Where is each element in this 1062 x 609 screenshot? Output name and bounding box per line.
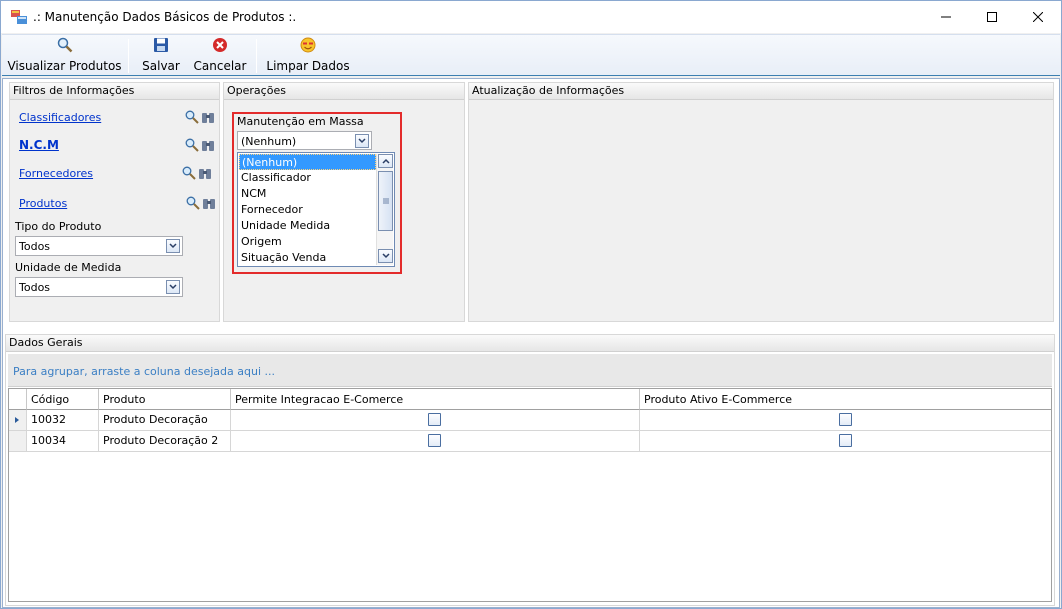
maximize-button[interactable] (969, 1, 1015, 33)
filters-panel-header: Filtros de Informações (10, 83, 219, 100)
grip-icon (382, 198, 389, 204)
chevron-down-icon[interactable] (166, 239, 180, 253)
toolbar-separator (128, 39, 129, 73)
binoculars-icon[interactable] (202, 196, 216, 210)
integracao-checkbox[interactable] (428, 434, 441, 447)
chevron-up-icon (381, 158, 390, 164)
scroll-thumb[interactable] (378, 171, 393, 231)
search-icon (57, 37, 72, 53)
cancel-label: Cancelar (193, 59, 247, 73)
search-icon[interactable] (185, 110, 199, 124)
group-by-area[interactable]: Para agrupar, arraste a coluna desejada … (8, 354, 1052, 387)
operations-panel-header: Operações (224, 83, 464, 100)
mass-maintenance-value: (Nenhum) (241, 135, 297, 148)
window-title: .: Manutenção Dados Básicos de Produtos … (33, 10, 297, 24)
toolbar-separator (256, 39, 257, 73)
fornecedores-link[interactable]: Fornecedores (19, 167, 93, 180)
scroll-up-button[interactable] (378, 154, 393, 168)
cancel-button[interactable]: Cancelar (194, 37, 246, 75)
column-header-integracao[interactable]: Permite Integracao E-Comerce (231, 389, 640, 410)
cell-integracao (231, 431, 640, 452)
cell-codigo[interactable]: 10034 (27, 431, 99, 452)
search-icon[interactable] (182, 166, 196, 180)
binoculars-icon[interactable] (201, 110, 215, 124)
title-bar: .: Manutenção Dados Básicos de Produtos … (1, 1, 1061, 33)
dropdown-option[interactable]: Fornecedor (239, 202, 376, 218)
chevron-down-icon[interactable] (166, 280, 180, 294)
ativo-checkbox[interactable] (839, 434, 852, 447)
fornecedores-actions (182, 166, 212, 180)
mass-maintenance-dropdown: (Nenhum) Classificador NCM Fornecedor Un… (237, 152, 395, 267)
cell-ativo (640, 410, 1051, 431)
updates-panel: Atualização de Informações (468, 82, 1054, 322)
dropdown-option[interactable]: (Nenhum) (239, 154, 376, 170)
dropdown-option[interactable]: NCM (239, 186, 376, 202)
minimize-button[interactable] (923, 1, 969, 33)
binoculars-icon[interactable] (198, 166, 212, 180)
row-indicator[interactable] (9, 410, 27, 431)
general-data-header: Dados Gerais (6, 335, 1054, 352)
search-icon[interactable] (186, 196, 200, 210)
dropdown-scrollbar[interactable] (376, 154, 393, 265)
save-label: Salvar (142, 59, 180, 73)
floppy-disk-icon (154, 38, 168, 52)
classificadores-link[interactable]: Classificadores (19, 111, 101, 124)
classificadores-actions (185, 110, 215, 124)
tipo-produto-label: Tipo do Produto (15, 220, 102, 233)
view-products-label: Visualizar Produtos (7, 59, 122, 73)
close-button[interactable] (1015, 1, 1061, 33)
integracao-checkbox[interactable] (428, 413, 441, 426)
cell-produto[interactable]: Produto Decoração 2 (99, 431, 231, 452)
produtos-actions (186, 196, 216, 210)
cell-codigo[interactable]: 10032 (27, 410, 99, 431)
current-row-icon (15, 417, 19, 423)
scroll-down-button[interactable] (378, 249, 393, 263)
unidade-medida-select[interactable]: Todos (15, 277, 183, 297)
unidade-medida-value: Todos (19, 281, 51, 294)
tipo-produto-value: Todos (19, 240, 51, 253)
view-products-button[interactable]: Visualizar Produtos (7, 37, 122, 75)
chevron-down-icon (381, 253, 390, 259)
row-indicator-header (9, 389, 27, 410)
search-icon[interactable] (185, 138, 199, 152)
binoculars-icon[interactable] (201, 138, 215, 152)
cancel-icon (213, 38, 227, 52)
cell-integracao (231, 410, 640, 431)
updates-panel-header: Atualização de Informações (469, 83, 1053, 100)
smiley-icon (300, 37, 316, 53)
ncm-actions (185, 138, 215, 152)
unidade-medida-label: Unidade de Medida (15, 261, 122, 274)
chevron-down-icon[interactable] (355, 134, 369, 148)
tipo-produto-select[interactable]: Todos (15, 236, 183, 256)
row-indicator[interactable] (9, 431, 27, 452)
cell-produto[interactable]: Produto Decoração (99, 410, 231, 431)
produtos-link[interactable]: Produtos (19, 197, 67, 210)
clear-data-label: Limpar Dados (266, 59, 350, 73)
column-header-ativo[interactable]: Produto Ativo E-Commerce (640, 389, 1051, 410)
save-button[interactable]: Salvar (140, 37, 182, 75)
dropdown-option[interactable]: Classificador (239, 170, 376, 186)
clear-data-button[interactable]: Limpar Dados (266, 37, 350, 75)
mass-maintenance-label: Manutenção em Massa (237, 115, 364, 128)
column-header-codigo[interactable]: Código (27, 389, 99, 410)
column-header-produto[interactable]: Produto (99, 389, 231, 410)
dropdown-option[interactable]: Unidade Medida (239, 218, 376, 234)
products-grid: Código Produto Permite Integracao E-Come… (8, 388, 1052, 602)
main-window: .: Manutenção Dados Básicos de Produtos … (0, 0, 1062, 609)
dropdown-option[interactable]: Origem (239, 234, 376, 250)
dropdown-option[interactable]: Situação Venda (239, 250, 376, 266)
minimize-icon (941, 16, 951, 18)
mass-maintenance-select[interactable]: (Nenhum) (237, 131, 372, 150)
cell-ativo (640, 431, 1051, 452)
app-icon (11, 10, 27, 24)
ativo-checkbox[interactable] (839, 413, 852, 426)
group-hint: Para agrupar, arraste a coluna desejada … (13, 365, 275, 378)
maximize-icon (987, 12, 997, 22)
toolbar: Visualizar Produtos Salvar Cancelar Limp… (2, 34, 1060, 76)
close-icon (1033, 12, 1043, 22)
ncm-link[interactable]: N.C.M (19, 138, 59, 152)
